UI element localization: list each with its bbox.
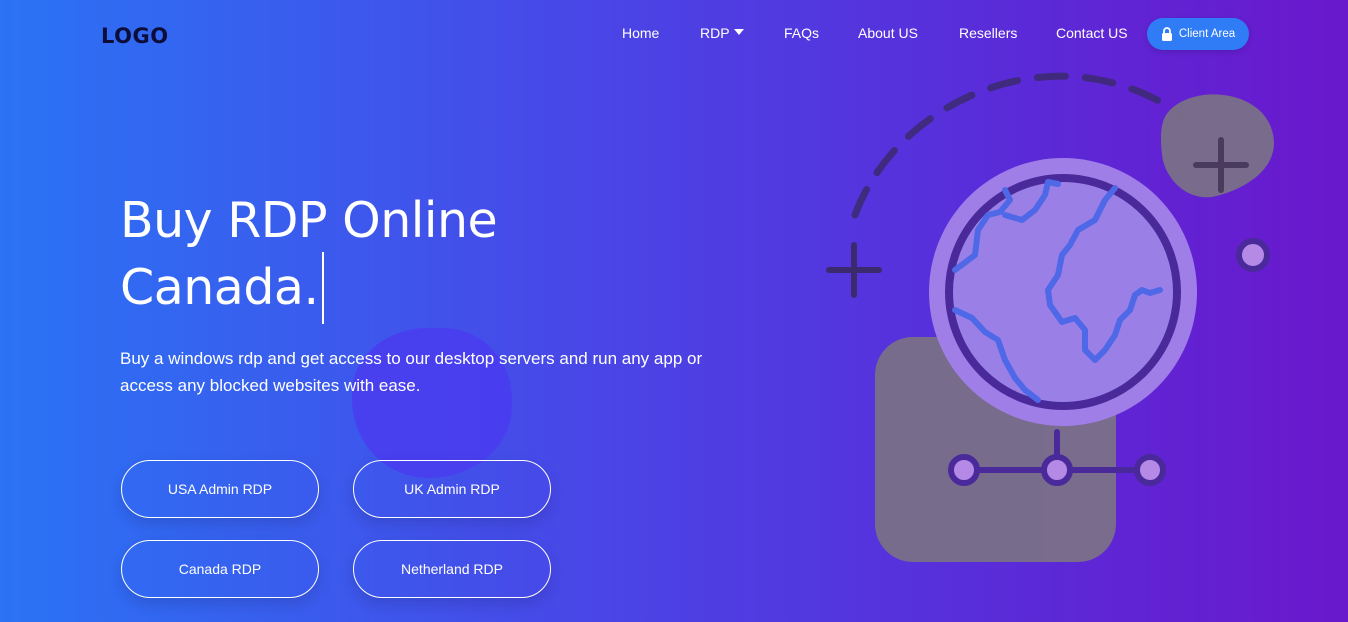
logo[interactable]: LOGO: [101, 24, 169, 48]
typing-cursor: [321, 252, 324, 324]
hero-title-line2: Canada.: [120, 259, 319, 316]
lock-icon: [1161, 27, 1172, 41]
client-area-label: Client Area: [1178, 28, 1236, 40]
nav-about[interactable]: About US: [858, 24, 918, 42]
nav-faqs[interactable]: FAQs: [784, 24, 819, 42]
decorative-blob-top-right: [1160, 94, 1274, 198]
hero-subtitle: Buy a windows rdp and get access to our …: [120, 349, 703, 395]
hero-title: Buy RDP Online Canada.: [120, 190, 498, 324]
netherland-rdp-button[interactable]: Netherland RDP: [353, 540, 551, 598]
hero-title-line1: Buy RDP Online: [120, 192, 498, 249]
nav-home[interactable]: Home: [622, 24, 659, 42]
plus-icon: [826, 242, 882, 298]
node-icon: [1134, 454, 1166, 486]
hero-title-line2-wrap: Canada.: [120, 252, 497, 324]
client-area-button[interactable]: Client Area: [1147, 18, 1249, 50]
usa-admin-rdp-button[interactable]: USA Admin RDP: [121, 460, 319, 518]
node-icon: [948, 454, 980, 486]
caret-down-icon: [733, 29, 744, 35]
node-icon: [1041, 454, 1073, 486]
uk-admin-rdp-button[interactable]: UK Admin RDP: [353, 460, 551, 518]
canada-rdp-button[interactable]: Canada RDP: [121, 540, 319, 598]
nav-contact[interactable]: Contact US: [1056, 24, 1128, 42]
nav-resellers[interactable]: Resellers: [959, 24, 1017, 42]
nav-rdp-label: RDP: [700, 25, 730, 41]
nav-rdp[interactable]: RDP: [700, 24, 744, 42]
globe-illustration: [826, 72, 1274, 562]
ring-icon: [1236, 238, 1270, 272]
